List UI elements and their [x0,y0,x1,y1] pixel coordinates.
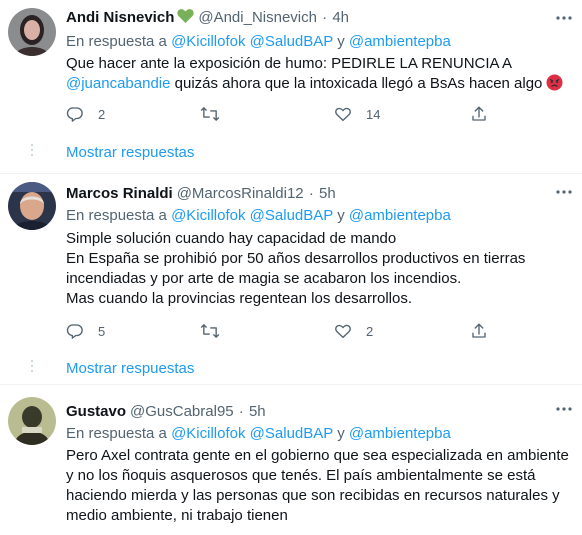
tweet-text-line: haciendo mierda y las personas que son r… [66,487,560,504]
tweet-text-line: medio ambiente, ni trabajo tienen [66,507,288,524]
share-icon [470,105,488,123]
like-button[interactable]: 2 [334,321,373,341]
author-name[interactable]: Andi Nisnevich [66,9,174,26]
reply-count: 2 [98,106,106,122]
mention-link[interactable]: @ambientepba [349,425,451,442]
mention-link[interactable]: @juancabandie [66,75,170,92]
more-icon[interactable] [550,8,578,28]
share-icon [470,322,488,340]
tweet-text-line: Simple solución cuando hay capacidad de … [66,230,397,247]
thread-connector [31,144,33,159]
mention-link[interactable]: @Kicillofok [171,425,245,442]
tweet-actions: 5 2 [66,321,506,341]
tweet-text-line: Mas cuando la provincias regentean los d… [66,290,413,307]
mention-link[interactable]: @SaludBAP [250,33,333,50]
reply-button[interactable]: 5 [66,321,105,341]
more-icon[interactable] [550,182,578,202]
avatar[interactable] [8,8,56,56]
dot-separator: · [238,403,244,420]
tweet-text: Que hacer ante la exposición de humo: PE… [66,54,566,97]
retweet-icon [200,105,220,123]
reply-conjunction: y [337,425,345,442]
show-replies-link[interactable]: Mostrar respuestas [66,143,194,163]
tweet-text-line: incendiadas y por arte de magia se acaba… [66,270,462,287]
mention-link[interactable]: @Kicillofok [171,207,245,224]
tweet-text-line: Pero Axel contrata gente en el gobierno … [66,447,569,464]
tweet-actions: 2 14 [66,104,506,124]
tweet-time[interactable]: 4h [332,9,349,26]
mention-link[interactable]: @ambientepba [349,207,451,224]
reply-icon [66,105,84,123]
author-name[interactable]: Gustavo [66,403,126,420]
tweet-text-line: En España se prohibió por 50 años desarr… [66,250,526,267]
tweet-text: Simple solución cuando hay capacidad de … [66,229,566,309]
reply-conjunction: y [337,33,345,50]
reply-context: En respuesta a @Kicillofok @SaludBAP y @… [66,206,451,226]
reply-context: En respuesta a @Kicillofok @SaludBAP y @… [66,424,451,444]
tweet-andi[interactable]: Andi Nisnevich @Andi_Nisnevich · 4h En re… [0,0,582,190]
author-handle[interactable]: @MarcosRinaldi12 [177,185,304,202]
avatar[interactable] [8,397,56,445]
thread-connector [31,360,33,375]
like-count: 14 [366,106,381,122]
tweet-gustavo[interactable]: Gustavo @GusCabral95 · 5h En respuesta a … [0,385,582,535]
dot-separator: · [322,9,328,26]
tweet-text-line: quizás ahora que la intoxicada llegó a B… [170,75,543,92]
reply-icon [66,322,84,340]
dot-separator: · [308,185,314,202]
mention-link[interactable]: @SaludBAP [250,207,333,224]
heart-icon [334,105,352,123]
angry-face-icon [546,74,563,97]
reply-conjunction: y [337,207,345,224]
author-handle[interactable]: @Andi_Nisnevich [198,9,317,26]
reply-context: En respuesta a @Kicillofok @SaludBAP y @… [66,32,451,52]
tweet-text-line: y no los ñoquis asquerosos que tenés. El… [66,467,536,484]
tweet-text: Pero Axel contrata gente en el gobierno … [66,446,571,526]
retweet-button[interactable] [200,104,220,124]
author-name[interactable]: Marcos Rinaldi [66,185,173,202]
share-button[interactable] [470,104,488,124]
tweet-time[interactable]: 5h [249,403,266,420]
reply-count: 5 [98,323,106,339]
like-count: 2 [366,323,374,339]
tweet-text-line: Que hacer ante la exposición de humo: PE… [66,55,513,72]
share-button[interactable] [470,321,488,341]
reply-prefix: En respuesta a [66,207,167,224]
mention-link[interactable]: @Kicillofok [171,33,245,50]
show-replies-link[interactable]: Mostrar respuestas [66,359,194,379]
reply-prefix: En respuesta a [66,425,167,442]
tweet-time[interactable]: 5h [319,185,336,202]
heart-icon [334,322,352,340]
like-button[interactable]: 14 [334,104,380,124]
reply-prefix: En respuesta a [66,33,167,50]
tweet-marcos[interactable]: Marcos Rinaldi @MarcosRinaldi12 · 5h En r… [0,174,582,384]
author-handle[interactable]: @GusCabral95 [130,403,234,420]
avatar[interactable] [8,182,56,230]
retweet-button[interactable] [200,321,220,341]
mention-link[interactable]: @ambientepba [349,33,451,50]
retweet-icon [200,322,220,340]
reply-button[interactable]: 2 [66,104,105,124]
green-heart-icon [177,8,194,30]
more-icon[interactable] [550,399,578,419]
mention-link[interactable]: @SaludBAP [250,425,333,442]
